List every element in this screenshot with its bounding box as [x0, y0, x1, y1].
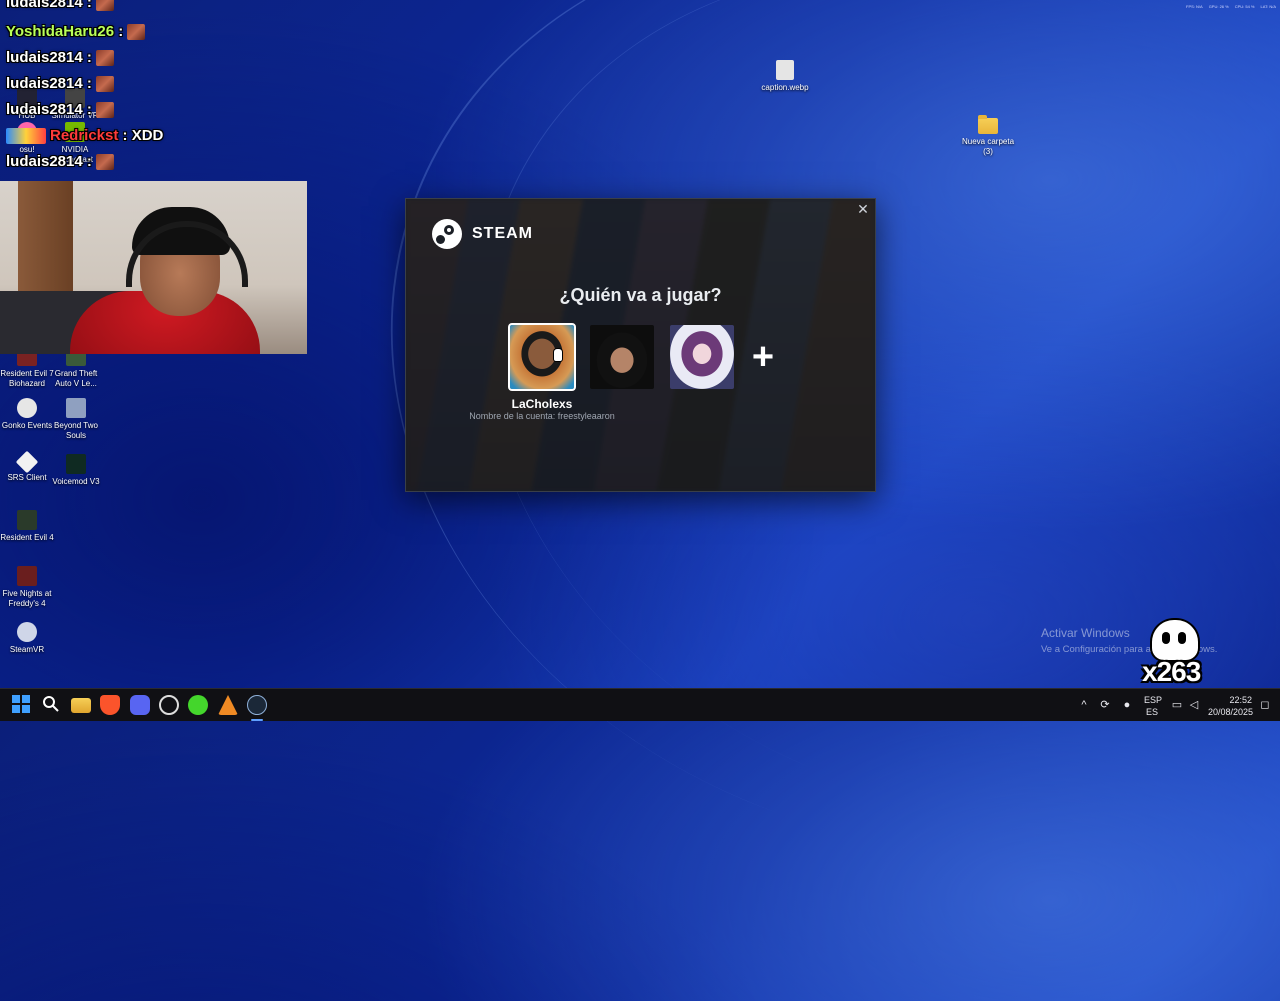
language-code: ESP — [1144, 695, 1163, 705]
steam-icon — [247, 695, 267, 715]
gonko-icon — [17, 398, 37, 418]
desktop-icon-voicemod[interactable]: Voicemod V3 — [49, 454, 103, 487]
emote-icon — [95, 154, 114, 171]
clock-date: 20/08/2025 — [1208, 707, 1254, 717]
desktop-icon-new-folder[interactable]: Nueva carpeta (3) — [961, 115, 1015, 157]
chat-username: YoshidaHaru26 — [6, 23, 115, 40]
steam-logo: STEAM — [432, 219, 533, 249]
steam-account-picker-dialog: STEAM ✕ ¿Quién va a jugar? + LaCholexs N… — [405, 198, 876, 492]
language-indicator[interactable]: ESP ES — [1144, 695, 1163, 727]
close-button[interactable]: ✕ — [855, 201, 871, 217]
emote-icon — [95, 102, 114, 119]
file-explorer-icon[interactable] — [71, 698, 91, 713]
folder-icon — [978, 115, 998, 134]
vlc-icon[interactable] — [218, 695, 238, 715]
razer-icon[interactable] — [188, 695, 208, 715]
microphone-icon[interactable]: ● — [1120, 698, 1134, 712]
windows-start-icon[interactable] — [12, 695, 32, 715]
stream-badge-text: x263 — [1142, 656, 1201, 687]
chat-message: ludais2814 : — [6, 49, 114, 67]
search-icon[interactable] — [42, 695, 62, 715]
notification-bell-icon[interactable]: ◻ — [1258, 698, 1272, 712]
steam-wordmark: STEAM — [472, 225, 533, 242]
chat-message: ludais2814 : — [6, 0, 114, 12]
performance-overlay: FPS: N/A GPU: 26 % CPU: 54 % LAT: N/A — [1186, 4, 1276, 9]
sync-icon[interactable]: ⟳ — [1098, 698, 1112, 712]
desktop-icon-re4[interactable]: Resident Evil 4 — [0, 510, 54, 543]
emote-icon — [95, 0, 114, 12]
fnaf-icon — [17, 566, 37, 586]
steam-taskbar-button[interactable] — [247, 695, 267, 721]
image-file-icon — [776, 60, 794, 80]
chat-username: ludais2814 — [6, 153, 83, 170]
chat-message: ludais2814 : — [6, 75, 114, 93]
badges-icon — [6, 128, 46, 145]
desktop-icon-caption-file[interactable]: caption.webp — [758, 60, 812, 93]
steam-icon — [432, 219, 462, 249]
dialog-title: ¿Quién va a jugar? — [559, 285, 722, 305]
steamvr-icon — [17, 622, 37, 642]
desktop-icon-fnaf[interactable]: Five Nights at Freddy's 4 — [0, 566, 54, 609]
perf-lat: LAT: N/A — [1260, 4, 1277, 9]
perf-gpu: GPU: 26 % — [1208, 4, 1229, 9]
desktop-icon-srs[interactable]: SRS Client — [0, 450, 54, 483]
desktop-icon-beyond[interactable]: Beyond Two Souls — [49, 398, 103, 441]
chat-username: ludais2814 — [6, 49, 83, 66]
chevron-up-icon[interactable]: ^ — [1077, 698, 1091, 712]
srs-icon — [15, 450, 39, 474]
obs-icon[interactable] — [159, 695, 179, 715]
skull-logo-icon — [1152, 620, 1198, 660]
discord-icon[interactable] — [130, 695, 150, 715]
chat-username: ludais2814 — [6, 0, 83, 11]
perf-fps: FPS: N/A — [1186, 4, 1203, 9]
desktop-icon-gonko[interactable]: Gonko Events — [0, 398, 54, 431]
chat-username: ludais2814 — [6, 101, 83, 118]
hand-cursor-icon — [554, 349, 562, 361]
account-avatar-lacholexs[interactable] — [508, 323, 576, 391]
webcam-overlay — [0, 181, 307, 354]
brave-icon[interactable] — [100, 695, 120, 715]
keyboard-layout: ES — [1145, 707, 1158, 717]
chat-message: ludais2814 : — [6, 153, 114, 171]
clock[interactable]: 22:52 20/08/2025 — [1208, 695, 1254, 727]
account-avatar-2[interactable] — [590, 325, 654, 389]
network-icon[interactable]: ▭ — [1170, 698, 1184, 712]
add-account-button[interactable]: + — [746, 338, 780, 376]
clock-time: 22:52 — [1229, 695, 1252, 705]
chat-message: ludais2814 : — [6, 101, 114, 119]
account-login-name: Nombre de la cuenta: freestyleaaron — [469, 411, 615, 421]
perf-cpu: CPU: 54 % — [1234, 4, 1255, 9]
voicemod-icon — [66, 454, 86, 474]
emote-icon — [95, 76, 114, 93]
emote-icon — [95, 50, 114, 67]
account-display-name: LaCholexs — [511, 397, 573, 411]
desktop-icon-steamvr[interactable]: SteamVR — [0, 622, 54, 655]
re4-icon — [17, 510, 37, 530]
chat-message: Redrickst : XDD — [6, 127, 163, 145]
chat-username: Redrickst — [50, 127, 119, 144]
chat-username: ludais2814 — [6, 75, 83, 92]
chat-message: YoshidaHaru26 : — [6, 23, 146, 41]
emote-icon — [127, 24, 146, 41]
volume-icon[interactable]: ◁ — [1187, 698, 1201, 712]
account-avatar-3[interactable] — [670, 325, 734, 389]
beyond-icon — [66, 398, 86, 418]
taskbar: ^ ⟳ ● ESP ES ▭ ◁ 22:52 20/08/2025 ◻ — [0, 688, 1280, 721]
